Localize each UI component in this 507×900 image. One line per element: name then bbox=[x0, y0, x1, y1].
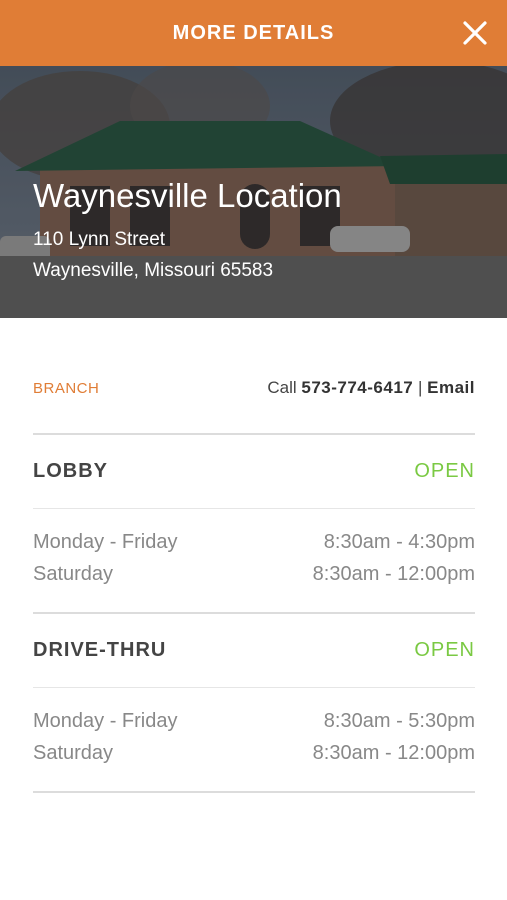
details-content: BRANCH Call 573-774-6417 | Email LOBBY O… bbox=[33, 318, 475, 793]
branch-label: BRANCH bbox=[33, 379, 100, 397]
hours-time: 8:30am - 12:00pm bbox=[312, 742, 475, 764]
close-icon bbox=[463, 21, 487, 45]
hours-days: Saturday bbox=[33, 563, 114, 585]
hours-time: 8:30am - 5:30pm bbox=[323, 710, 475, 732]
hours-days: Saturday bbox=[33, 742, 114, 764]
branch-contact-row: BRANCH Call 573-774-6417 | Email bbox=[33, 318, 475, 435]
location-address-block: Waynesville Location 110 Lynn Street Way… bbox=[33, 176, 342, 286]
drive-thru-section: DRIVE-THRU OPEN Monday - Friday 8:30am -… bbox=[33, 614, 475, 793]
drive-thru-title: DRIVE-THRU bbox=[33, 639, 167, 661]
hours-time: 8:30am - 4:30pm bbox=[323, 531, 475, 553]
hours-row: Saturday 8:30am - 12:00pm bbox=[33, 737, 475, 769]
hours-days: Monday - Friday bbox=[33, 710, 178, 732]
hours-time: 8:30am - 12:00pm bbox=[312, 563, 475, 585]
lobby-hours: Monday - Friday 8:30am - 4:30pm Saturday… bbox=[33, 509, 475, 614]
hours-row: Monday - Friday 8:30am - 4:30pm bbox=[33, 526, 475, 558]
city-state-zip: Waynesville, Missouri 65583 bbox=[33, 260, 274, 281]
page-title: MORE DETAILS bbox=[172, 21, 335, 44]
location-name: Waynesville Location bbox=[33, 177, 342, 214]
hours-row: Saturday 8:30am - 12:00pm bbox=[33, 558, 475, 590]
lobby-status-badge: OPEN bbox=[414, 460, 475, 482]
drive-thru-hours: Monday - Friday 8:30am - 5:30pm Saturday… bbox=[33, 688, 475, 793]
location-hero: Waynesville Location 110 Lynn Street Way… bbox=[0, 66, 507, 318]
email-link[interactable]: Email bbox=[427, 378, 475, 397]
call-prefix: Call bbox=[267, 378, 297, 397]
hours-row: Monday - Friday 8:30am - 5:30pm bbox=[33, 705, 475, 737]
phone-link[interactable]: 573-774-6417 bbox=[301, 378, 413, 397]
contact-separator: | bbox=[417, 378, 423, 397]
drive-thru-status-badge: OPEN bbox=[414, 639, 475, 661]
drive-thru-header: DRIVE-THRU OPEN bbox=[33, 614, 475, 688]
close-button[interactable] bbox=[461, 19, 489, 47]
street-address: 110 Lynn Street bbox=[33, 229, 166, 250]
lobby-header: LOBBY OPEN bbox=[33, 435, 475, 509]
lobby-title: LOBBY bbox=[33, 460, 108, 482]
lobby-section: LOBBY OPEN Monday - Friday 8:30am - 4:30… bbox=[33, 435, 475, 614]
hours-days: Monday - Friday bbox=[33, 531, 178, 553]
top-bar: MORE DETAILS bbox=[0, 0, 507, 66]
contact-info: Call 573-774-6417 | Email bbox=[267, 378, 475, 398]
app-screen: MORE DETAILS Waynesville Location 110 Ly… bbox=[0, 0, 507, 900]
